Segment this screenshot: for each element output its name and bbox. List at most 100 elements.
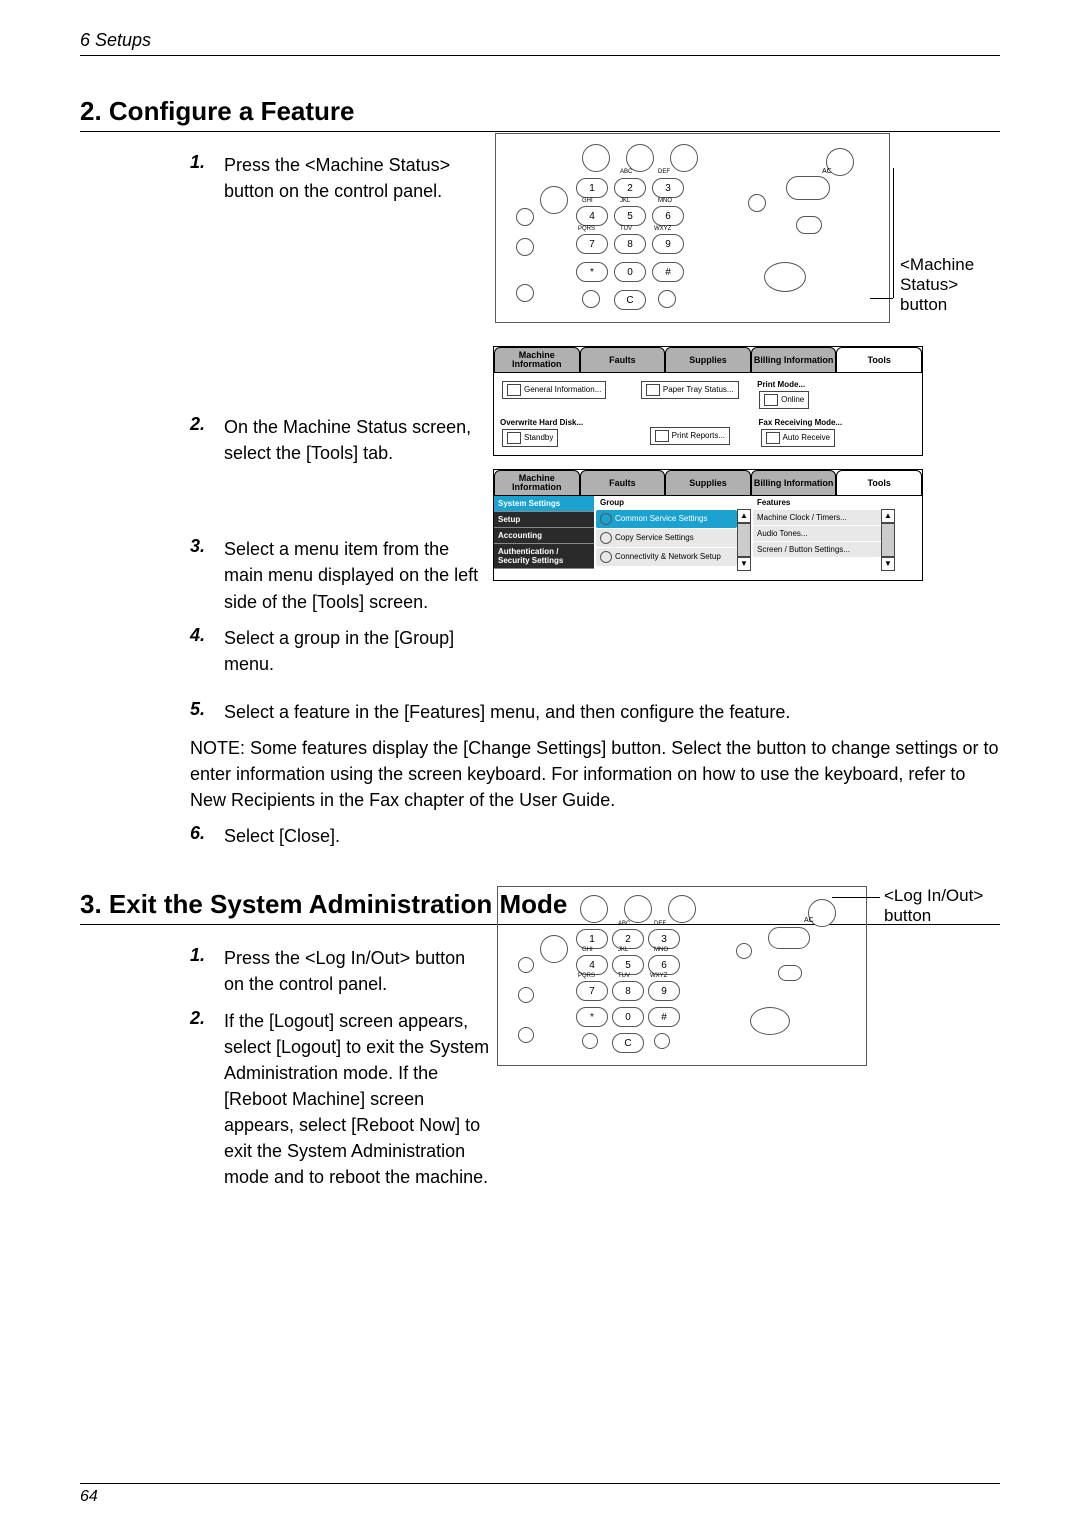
- scroll-up-icon[interactable]: ▲: [881, 509, 895, 523]
- step-number-5: 5.: [190, 699, 224, 720]
- keypad-hash: #: [652, 262, 684, 282]
- paper-tray-button[interactable]: Paper Tray Status...: [641, 381, 739, 399]
- step-4-text: Select a group in the [Group] menu.: [224, 625, 490, 677]
- tools-side-menu: System Settings Setup Accounting Authent…: [494, 496, 594, 582]
- chapter-header: 6 Setups: [80, 30, 1000, 56]
- machine-status-callout: <Machine Status> button: [900, 255, 1010, 315]
- panel-button: [516, 284, 534, 302]
- panel-button: [670, 144, 698, 172]
- tiny-def: DEF: [658, 169, 670, 175]
- callout-line-icon: [870, 298, 893, 299]
- keypad-8: 8: [612, 981, 644, 1001]
- group-header: Group: [596, 496, 751, 509]
- tab-machine-info-2[interactable]: Machine Information: [494, 470, 580, 496]
- keypad-2: 2: [612, 929, 644, 949]
- feature-audio-tones[interactable]: Audio Tones...: [753, 526, 881, 541]
- panel-button: [750, 1007, 790, 1035]
- keypad-c: C: [612, 1033, 644, 1053]
- general-info-button[interactable]: General Information...: [502, 381, 606, 399]
- tiny-pqrs: PQRS: [578, 973, 595, 979]
- group-connectivity[interactable]: Connectivity & Network Setup: [596, 548, 737, 566]
- panel-button: [518, 957, 534, 973]
- tab-supplies-2[interactable]: Supplies: [665, 470, 751, 496]
- scroll-down-icon[interactable]: ▼: [737, 557, 751, 571]
- panel-button: [654, 1033, 670, 1049]
- panel-button: [658, 290, 676, 308]
- tiny-wxyz: WXYZ: [650, 973, 667, 979]
- step-1-text: Press the <Machine Status> button on the…: [224, 152, 490, 204]
- group-common-service[interactable]: Common Service Settings: [596, 510, 737, 528]
- side-auth-security[interactable]: Authentication / Security Settings: [494, 544, 594, 569]
- tools-screen-ui: Machine Information Faults Supplies Bill…: [493, 469, 923, 581]
- print-reports-button[interactable]: Print Reports...: [650, 427, 730, 445]
- overwrite-button[interactable]: Standby: [502, 429, 558, 447]
- tiny-jkl: JKL: [618, 947, 628, 953]
- keypad-3: 3: [648, 929, 680, 949]
- tiny-def: DEF: [654, 921, 666, 927]
- tiny-wxyz: WXYZ: [654, 226, 671, 232]
- overwrite-label: Overwrite Hard Disk...: [500, 418, 583, 427]
- scroll-up-icon[interactable]: ▲: [737, 509, 751, 523]
- tab-machine-info[interactable]: Machine Information: [494, 347, 580, 373]
- panel-button: [582, 1033, 598, 1049]
- tab-faults-2[interactable]: Faults: [580, 470, 666, 496]
- side-setup[interactable]: Setup: [494, 512, 594, 528]
- step-number-6: 6.: [190, 823, 224, 844]
- tiny-ghi: GHI: [582, 198, 593, 204]
- tab-tools[interactable]: Tools: [836, 347, 922, 373]
- keypad-star: *: [576, 1007, 608, 1027]
- control-panel-figure-1: 1 2 3 4 5 6 7 8 9 * 0 # C ABC DEF GHI JK…: [495, 133, 890, 323]
- tiny-pqrs: PQRS: [578, 226, 595, 232]
- keypad-1: 1: [576, 929, 608, 949]
- s3-step-number-2: 2.: [190, 1008, 224, 1029]
- tiny-mno: MNO: [654, 947, 668, 953]
- keypad-6: 6: [648, 955, 680, 975]
- print-mode-label: Print Mode...: [757, 380, 805, 389]
- tiny-jkl: JKL: [620, 198, 630, 204]
- scroll-down-icon[interactable]: ▼: [881, 557, 895, 571]
- tab-faults[interactable]: Faults: [580, 347, 666, 373]
- tiny-ac: AC: [822, 168, 832, 175]
- fax-mode-label: Fax Receiving Mode...: [759, 418, 843, 427]
- panel-button: [518, 1027, 534, 1043]
- features-header: Features: [753, 496, 895, 509]
- play-icon: [600, 551, 612, 563]
- keypad-1: 1: [576, 178, 608, 198]
- keypad-2: 2: [614, 178, 646, 198]
- panel-button: [736, 943, 752, 959]
- keypad-0: 0: [612, 1007, 644, 1027]
- note-text: NOTE: Some features display the [Change …: [190, 735, 1000, 813]
- side-system-settings[interactable]: System Settings: [494, 496, 594, 512]
- panel-button: [796, 216, 822, 234]
- panel-button: [624, 895, 652, 923]
- keypad-4: 4: [576, 206, 608, 226]
- features-scrollbar[interactable]: ▲ ▼: [881, 509, 895, 571]
- tab-billing-2[interactable]: Billing Information: [751, 470, 837, 496]
- tab-tools-2[interactable]: Tools: [836, 470, 922, 496]
- step-number-4: 4.: [190, 625, 224, 646]
- keypad-8: 8: [614, 234, 646, 254]
- tiny-ac: AC: [804, 917, 814, 924]
- step-5-text: Select a feature in the [Features] menu,…: [224, 699, 1000, 725]
- feature-clock-timers[interactable]: Machine Clock / Timers...: [753, 510, 881, 525]
- panel-button: [764, 262, 806, 292]
- keypad-hash: #: [648, 1007, 680, 1027]
- group-scrollbar[interactable]: ▲ ▼: [737, 509, 751, 571]
- tiny-abc: ABC: [620, 169, 632, 175]
- features-column: Features Machine Clock / Timers... Audio…: [753, 496, 895, 582]
- print-mode-button[interactable]: Online: [759, 391, 809, 409]
- fax-mode-button[interactable]: Auto Receive: [761, 429, 836, 447]
- panel-button: [778, 965, 802, 981]
- side-accounting[interactable]: Accounting: [494, 528, 594, 544]
- panel-button: [748, 194, 766, 212]
- group-copy-service[interactable]: Copy Service Settings: [596, 529, 737, 547]
- tiny-mno: MNO: [658, 198, 672, 204]
- tab-billing[interactable]: Billing Information: [751, 347, 837, 373]
- keypad-3: 3: [652, 178, 684, 198]
- step-2-text: On the Machine Status screen, select the…: [224, 414, 490, 466]
- feature-screen-button[interactable]: Screen / Button Settings...: [753, 542, 881, 557]
- tiny-tuv: TUV: [618, 973, 630, 979]
- panel-button: [516, 238, 534, 256]
- tiny-ghi: GHI: [582, 947, 593, 953]
- tab-supplies[interactable]: Supplies: [665, 347, 751, 373]
